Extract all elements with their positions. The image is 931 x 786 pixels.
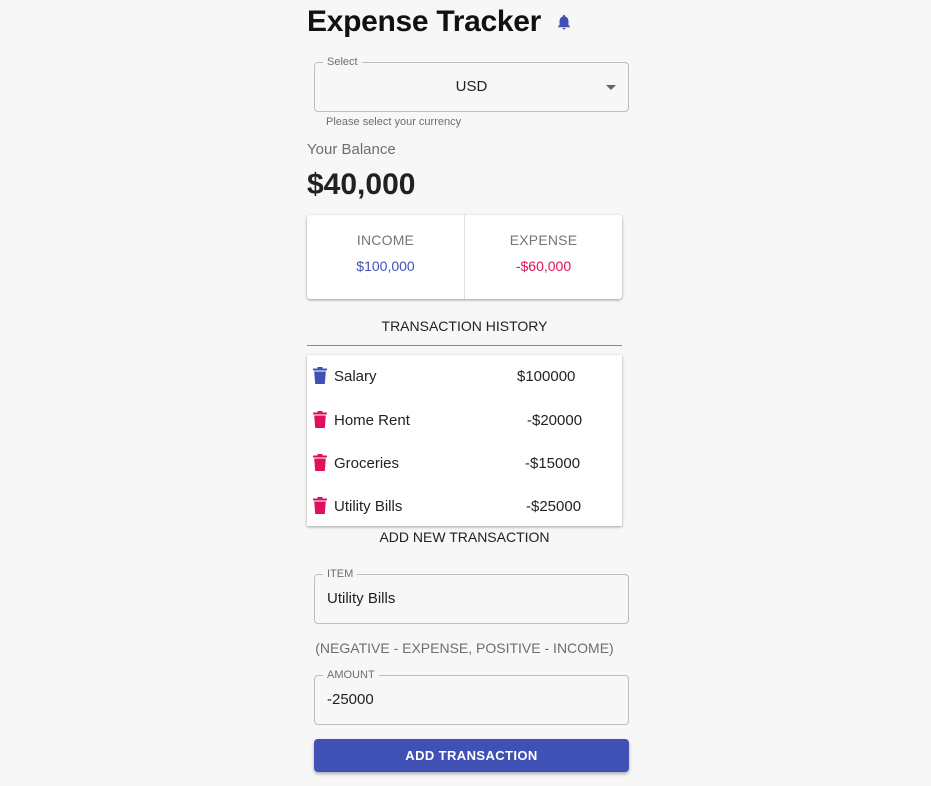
delete-icon[interactable]: [313, 454, 327, 471]
transaction-row: Home Rent -$20000: [307, 409, 622, 433]
item-field-label: ITEM: [323, 567, 358, 581]
expense-value: -$60,000: [515, 258, 572, 274]
transaction-amount: -$15000: [525, 455, 581, 472]
add-transaction-title: ADD NEW TRANSACTION: [379, 529, 550, 545]
income-label: INCOME: [356, 232, 415, 248]
transaction-row: Salary $100000: [307, 365, 622, 389]
delete-icon[interactable]: [313, 367, 327, 384]
transaction-name: Groceries: [334, 455, 400, 472]
amount-field-value[interactable]: -25000: [327, 691, 374, 708]
amount-field[interactable]: AMOUNT -25000: [314, 668, 629, 725]
balance-label: Your Balance: [307, 141, 396, 158]
history-divider: [307, 345, 622, 346]
balance-amount: $40,000: [307, 168, 416, 201]
transaction-list: Salary $100000 Home Rent -$20000 Groceri…: [307, 355, 622, 526]
header: Expense Tracker: [307, 2, 573, 42]
currency-select[interactable]: Select USD: [314, 55, 629, 112]
expense-panel: EXPENSE -$60,000: [464, 215, 622, 299]
transaction-row: Groceries -$15000: [307, 452, 622, 476]
page-title: Expense Tracker: [307, 5, 541, 38]
income-value: $100,000: [356, 258, 415, 274]
transaction-amount: -$20000: [527, 412, 583, 429]
bell-icon[interactable]: [555, 13, 573, 31]
item-field[interactable]: ITEM Utility Bills: [314, 567, 629, 624]
currency-select-label: Select: [323, 55, 362, 69]
currency-helper-text: Please select your currency: [326, 116, 462, 128]
add-transaction-button[interactable]: ADD TRANSACTION: [314, 739, 629, 772]
chevron-down-icon[interactable]: [606, 85, 616, 90]
item-field-value[interactable]: Utility Bills: [327, 590, 395, 607]
transaction-amount: -$25000: [526, 498, 582, 515]
summary-card: INCOME $100,000 EXPENSE -$60,000: [307, 215, 622, 299]
history-title: TRANSACTION HISTORY: [381, 318, 548, 334]
expense-label: EXPENSE: [509, 232, 578, 248]
transaction-name: Utility Bills: [334, 498, 403, 515]
transaction-amount: $100000: [517, 368, 576, 385]
amount-field-label: AMOUNT: [323, 668, 379, 682]
transaction-name: Home Rent: [334, 412, 410, 429]
delete-icon[interactable]: [313, 411, 327, 428]
currency-select-value: USD: [455, 78, 488, 95]
transaction-name: Salary: [334, 368, 377, 385]
transaction-row: Utility Bills -$25000: [307, 495, 622, 519]
income-panel: INCOME $100,000: [307, 215, 464, 299]
amount-hint: (NEGATIVE - EXPENSE, POSITIVE - INCOME): [315, 640, 614, 656]
delete-icon[interactable]: [313, 497, 327, 514]
